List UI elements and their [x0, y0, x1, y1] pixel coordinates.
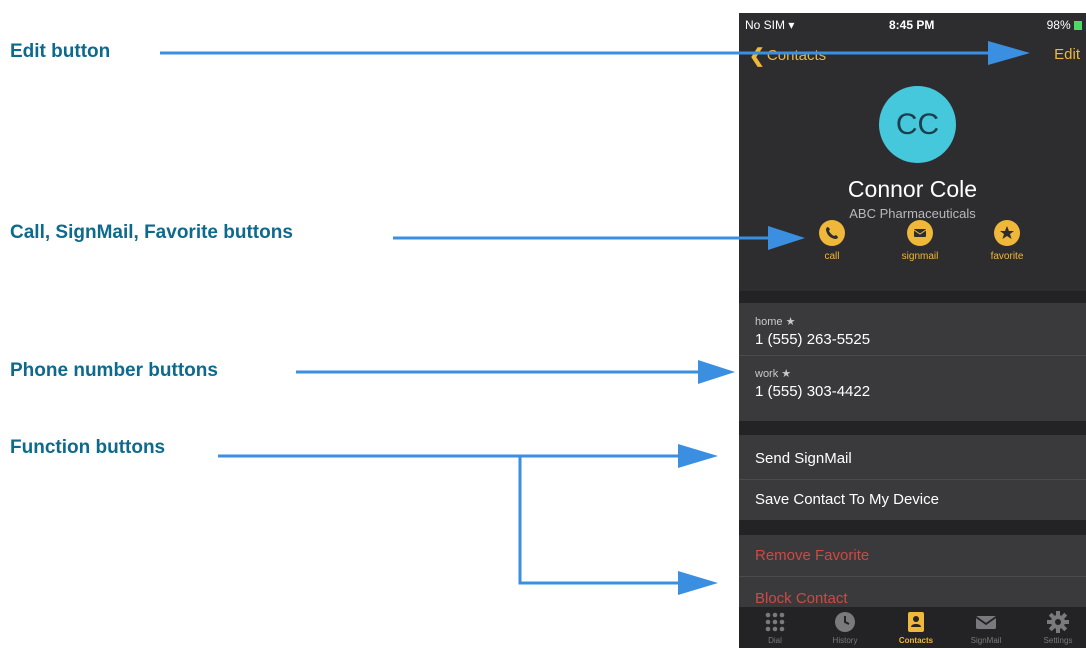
- arrowhead: [678, 444, 718, 468]
- callout-arrows: [160, 41, 1030, 595]
- arrowhead: [988, 41, 1030, 65]
- arrowhead: [678, 571, 718, 595]
- arrowhead: [698, 360, 735, 384]
- function-arrow-branch: [518, 456, 680, 585]
- arrowhead: [768, 226, 805, 250]
